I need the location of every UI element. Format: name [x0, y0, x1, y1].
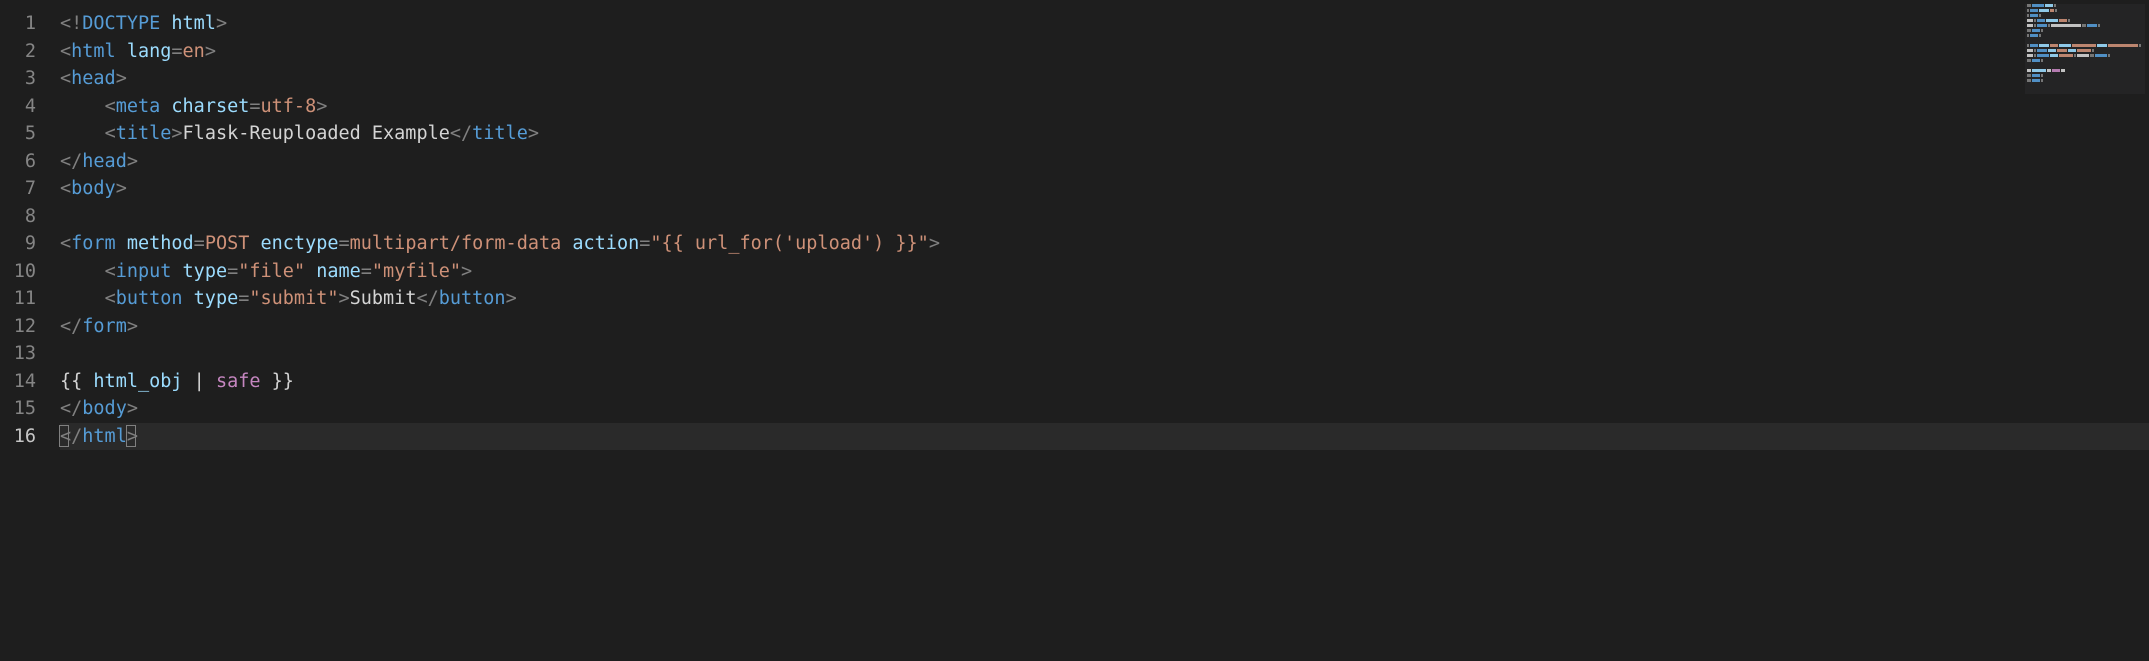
code-line[interactable]: {{ html_obj | safe }} — [60, 368, 2149, 396]
code-line[interactable]: <!DOCTYPE html> — [60, 10, 2149, 38]
line-number: 3 — [0, 65, 36, 93]
line-number-gutter: 12345678910111213141516 — [0, 0, 46, 661]
line-number: 8 — [0, 203, 36, 231]
code-line[interactable]: <input type="file" name="myfile"> — [60, 258, 2149, 286]
line-number: 16 — [0, 423, 36, 451]
code-area[interactable]: <!DOCTYPE html><html lang=en><head> <met… — [46, 0, 2149, 661]
code-line[interactable]: </form> — [60, 313, 2149, 341]
code-line[interactable]: <button type="submit">Submit</button> — [60, 285, 2149, 313]
code-line[interactable] — [60, 203, 2149, 231]
code-line[interactable]: <body> — [60, 175, 2149, 203]
code-line[interactable]: <meta charset=utf-8> — [60, 93, 2149, 121]
line-number: 10 — [0, 258, 36, 286]
line-number: 13 — [0, 340, 36, 368]
line-number: 7 — [0, 175, 36, 203]
minimap[interactable] — [2025, 4, 2145, 94]
code-line[interactable]: <title>Flask-Reuploaded Example</title> — [60, 120, 2149, 148]
line-number: 5 — [0, 120, 36, 148]
code-line[interactable]: <html lang=en> — [60, 38, 2149, 66]
code-line[interactable] — [60, 340, 2149, 368]
code-editor[interactable]: 12345678910111213141516 <!DOCTYPE html><… — [0, 0, 2149, 661]
code-line[interactable]: <head> — [60, 65, 2149, 93]
line-number: 1 — [0, 10, 36, 38]
line-number: 6 — [0, 148, 36, 176]
line-number: 14 — [0, 368, 36, 396]
code-line[interactable]: <form method=POST enctype=multipart/form… — [60, 230, 2149, 258]
line-number: 2 — [0, 38, 36, 66]
line-number: 4 — [0, 93, 36, 121]
line-number: 15 — [0, 395, 36, 423]
code-line[interactable]: </head> — [60, 148, 2149, 176]
code-line[interactable]: </html> — [60, 423, 2149, 451]
code-line[interactable]: </body> — [60, 395, 2149, 423]
line-number: 12 — [0, 313, 36, 341]
line-number: 9 — [0, 230, 36, 258]
line-number: 11 — [0, 285, 36, 313]
